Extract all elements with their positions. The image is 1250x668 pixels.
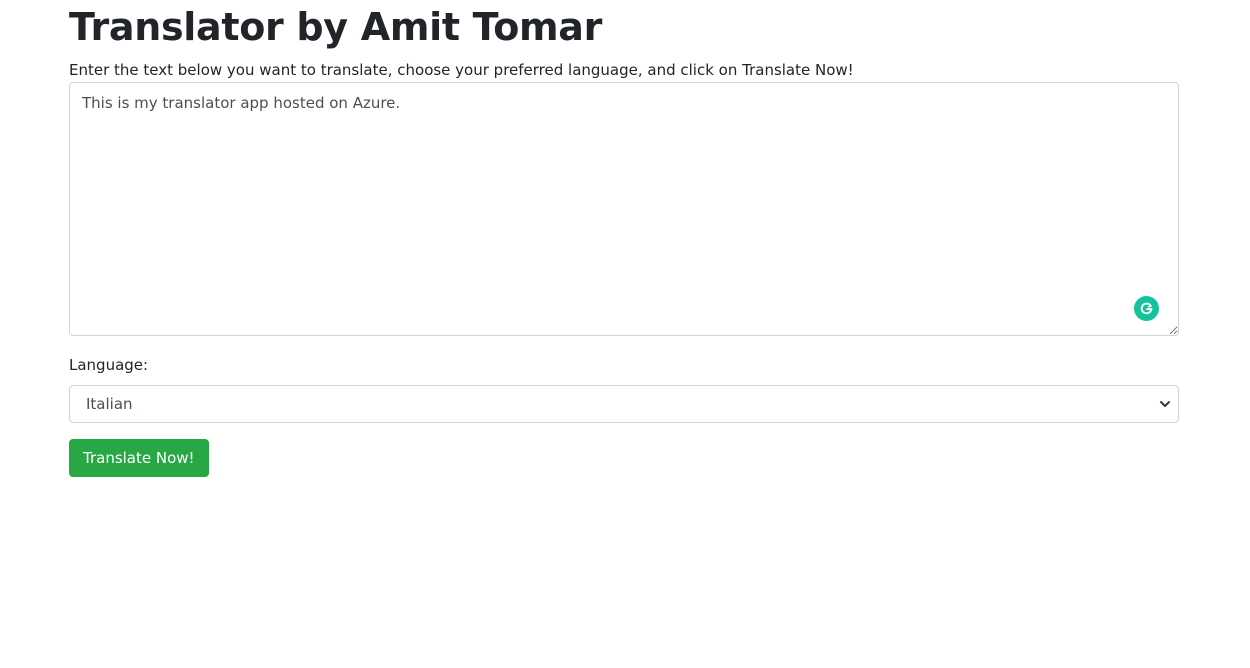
- text-input-wrapper: [69, 82, 1179, 336]
- page-title: Translator by Amit Tomar: [69, 5, 603, 49]
- language-select-wrapper: Italian: [69, 385, 1179, 423]
- grammarly-icon[interactable]: [1134, 296, 1159, 321]
- language-select[interactable]: Italian: [69, 385, 1179, 423]
- translate-now-button[interactable]: Translate Now!: [69, 439, 209, 477]
- main-container: Translator by Amit Tomar Enter the text …: [69, 0, 1179, 477]
- language-label: Language:: [69, 356, 149, 374]
- instructions-text: Enter the text below you want to transla…: [69, 61, 854, 79]
- text-input[interactable]: [69, 82, 1179, 336]
- chevron-down-icon: [1160, 401, 1170, 407]
- language-selected-value: Italian: [86, 395, 133, 413]
- grammarly-g-glyph: [1140, 302, 1153, 315]
